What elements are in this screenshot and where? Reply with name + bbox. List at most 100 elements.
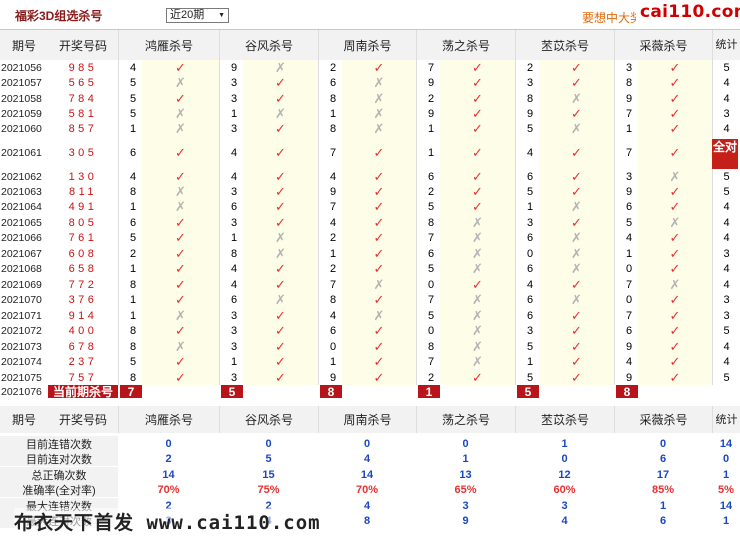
issue-number: 2021072 (1, 325, 42, 337)
table-row: 2021060 857 1 ✗ 3 ✓ 8 ✗ 1 ✓ 5 ✗ 1 ✓ 4 (0, 121, 740, 137)
header-expert: 荡之杀号 (416, 30, 515, 60)
cross-icon: ✗ (440, 230, 515, 246)
row-total: 4 (712, 121, 740, 137)
draw-numbers: 305 (68, 147, 98, 159)
kill-number: 4 (219, 277, 243, 292)
cross-icon: ✗ (142, 308, 219, 323)
kill-number: 4 (515, 277, 539, 292)
check-icon: ✓ (342, 354, 416, 370)
check-icon: ✓ (440, 60, 515, 75)
check-icon: ✓ (638, 121, 712, 137)
table-row: 2021067 608 2 ✓ 8 ✗ 1 ✓ 6 ✗ 0 ✗ 1 ✓ 3 (0, 246, 740, 261)
check-icon: ✓ (342, 60, 416, 75)
stats-value: 0 (265, 437, 272, 450)
cross-icon: ✗ (142, 339, 219, 354)
row-total: 5 (712, 323, 740, 339)
check-icon: ✓ (539, 184, 614, 199)
kill-number: 2 (416, 370, 440, 385)
kill-number: 9 (614, 184, 638, 199)
kill-number: 3 (614, 60, 638, 75)
check-icon: ✓ (342, 370, 416, 385)
cross-icon: ✗ (342, 75, 416, 91)
watermark: 布衣天下首发 www.cai110.com (14, 508, 321, 535)
kill-number: 8 (118, 277, 142, 292)
kill-number: 7 (416, 60, 440, 75)
site-logo[interactable]: cai110.com (636, 2, 740, 24)
draw-numbers: 491 (68, 201, 98, 213)
kill-number: 7 (614, 308, 638, 323)
kill-number: 6 (614, 323, 638, 339)
kill-number: 7 (318, 277, 342, 292)
kill-number: 9 (614, 91, 638, 106)
slogan: 要想中大奖 (582, 11, 643, 25)
all-right-badge: 全对 (712, 139, 738, 169)
kill-number: 6 (515, 261, 539, 277)
check-icon: ✓ (142, 246, 219, 261)
stats-row: 准确率(全对率) 70% 75% 70% 65% 60% 85% 5% (0, 482, 740, 497)
check-icon: ✓ (342, 169, 416, 184)
kill-number: 6 (416, 169, 440, 184)
kill-number: 8 (614, 75, 638, 91)
cross-icon: ✗ (243, 292, 318, 308)
current-kill: 5 (221, 385, 243, 399)
stats-value: 85% (651, 483, 675, 496)
check-icon: ✓ (243, 277, 318, 292)
check-icon: ✓ (440, 169, 515, 184)
kill-number: 5 (118, 354, 142, 370)
header-expert: 周南杀号 (318, 30, 416, 60)
issue-number: 2021060 (1, 123, 42, 135)
row-total: 4 (712, 277, 740, 292)
check-icon: ✓ (440, 75, 515, 91)
kill-number: 3 (614, 169, 638, 184)
kill-number: 3 (515, 323, 539, 339)
issue-number: 2021074 (1, 356, 42, 368)
period-select[interactable]: 近20期 ▼ (166, 8, 229, 23)
check-icon: ✓ (142, 277, 219, 292)
stats-total: 0 (722, 452, 730, 465)
check-icon: ✓ (638, 370, 712, 385)
check-icon: ✓ (440, 137, 515, 169)
stats-value: 6 (659, 452, 667, 465)
kill-number: 8 (219, 246, 243, 261)
kill-number: 4 (614, 354, 638, 370)
table-row: 2021059 581 5 ✗ 1 ✗ 1 ✗ 9 ✓ 9 ✓ 7 ✓ 3 (0, 106, 740, 121)
draw-numbers: 237 (68, 356, 98, 368)
kill-number: 5 (118, 106, 142, 121)
check-icon: ✓ (142, 354, 219, 370)
kill-number: 0 (416, 323, 440, 339)
check-icon: ✓ (539, 60, 614, 75)
cross-icon: ✗ (539, 91, 614, 106)
check-icon: ✓ (539, 323, 614, 339)
kill-number: 1 (118, 292, 142, 308)
check-icon: ✓ (243, 261, 318, 277)
cross-icon: ✗ (638, 277, 712, 292)
issue-number: 2021071 (1, 309, 42, 322)
kill-number: 2 (318, 60, 342, 75)
kill-number: 1 (515, 199, 539, 215)
cross-icon: ✗ (539, 261, 614, 277)
cross-icon: ✗ (440, 308, 515, 323)
issue-number: 2021059 (1, 107, 42, 120)
cross-icon: ✗ (243, 230, 318, 246)
stats-row: 目前连错次数 0 0 0 0 1 0 14 (0, 436, 740, 451)
draw-numbers: 784 (68, 92, 98, 105)
check-icon: ✓ (142, 60, 219, 75)
stats-total: 14 (719, 437, 733, 450)
check-icon: ✓ (142, 261, 219, 277)
kill-number: 1 (219, 230, 243, 246)
row-total: 5 (712, 370, 740, 385)
cross-icon: ✗ (440, 215, 515, 230)
kill-number: 7 (614, 277, 638, 292)
check-icon: ✓ (142, 292, 219, 308)
check-icon: ✓ (342, 292, 416, 308)
check-icon: ✓ (539, 75, 614, 91)
chevron-down-icon: ▼ (218, 12, 225, 19)
stats-label: 目前连错次数 (0, 436, 118, 451)
kill-number: 3 (219, 308, 243, 323)
cross-icon: ✗ (440, 323, 515, 339)
check-icon: ✓ (342, 323, 416, 339)
row-total: 4 (712, 215, 740, 230)
kill-number: 5 (118, 230, 142, 246)
table-row: 2021074 237 5 ✓ 1 ✓ 1 ✓ 7 ✗ 1 ✓ 4 ✓ 4 (0, 354, 740, 370)
issue-number: 2021061 (1, 147, 42, 159)
